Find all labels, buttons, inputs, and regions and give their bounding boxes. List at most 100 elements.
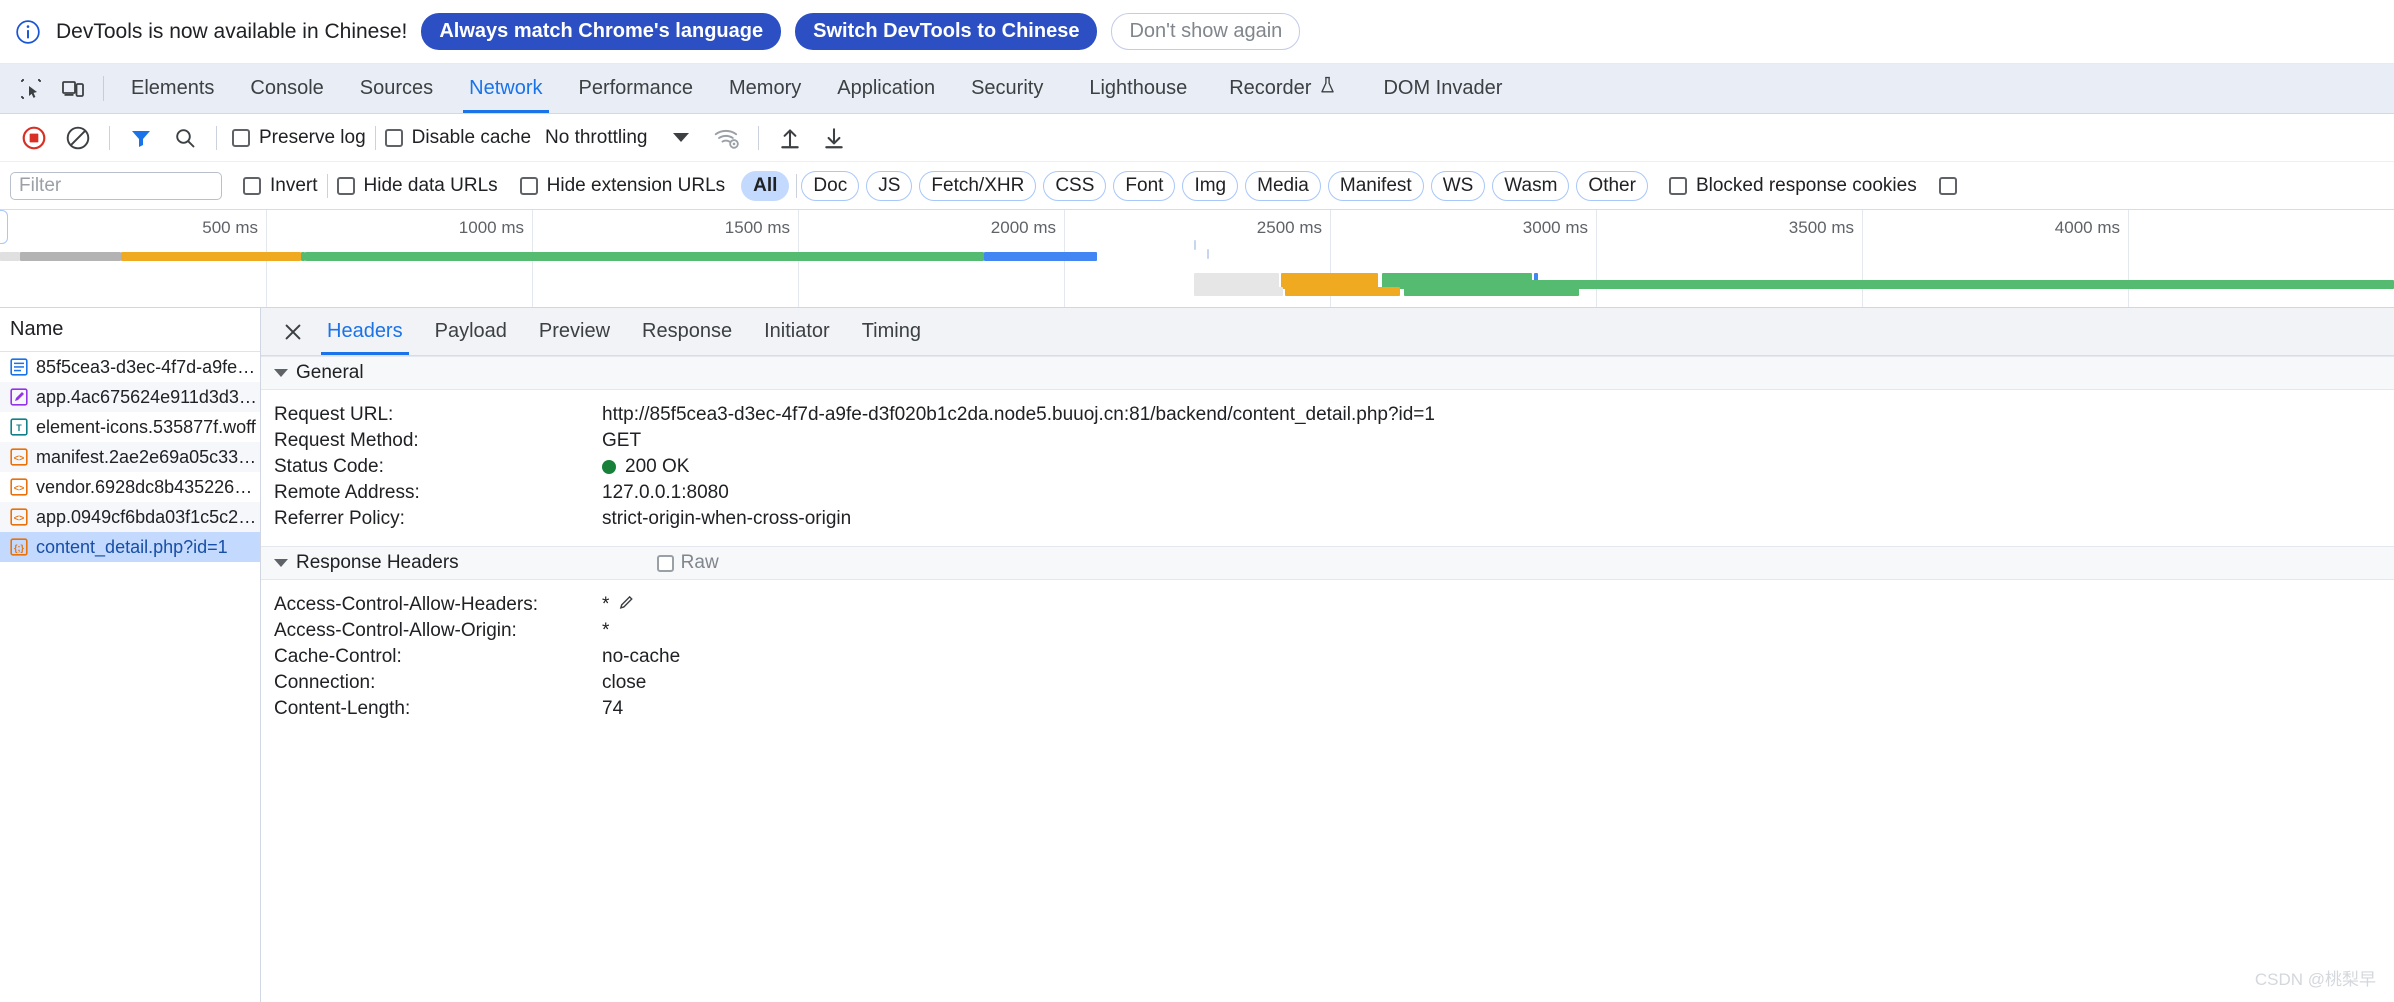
resource-type-img[interactable]: Img — [1182, 170, 1239, 201]
response-header-row: Access-Control-Allow-Headers: * — [261, 592, 2394, 618]
general-row: Status Code: 200 OK — [261, 454, 2394, 480]
search-icon[interactable] — [163, 116, 207, 160]
close-icon[interactable] — [275, 308, 311, 355]
network-filter-bar: Invert Hide data URLs Hide extension URL… — [0, 162, 2394, 210]
chevron-down-icon[interactable] — [274, 559, 288, 567]
network-toolbar: Preserve log Disable cache No throttling — [0, 114, 2394, 162]
invert-label: Invert — [270, 174, 318, 196]
tab-performance[interactable]: Performance — [561, 64, 712, 113]
script-icon: <> — [9, 478, 28, 497]
tab-application[interactable]: Application — [819, 64, 953, 113]
network-conditions-wifi-icon[interactable] — [705, 116, 749, 160]
request-list-item[interactable]: <> app.0949cf6bda03f1c5c23a.js — [0, 502, 260, 532]
blocked-requests-checkbox[interactable] — [1938, 176, 1957, 195]
export-har-icon[interactable] — [812, 116, 856, 160]
request-list[interactable]: 85f5cea3-d3ec-4f7d-a9fe-d3f0... app.4ac67… — [0, 352, 260, 1002]
request-list-item[interactable]: 85f5cea3-d3ec-4f7d-a9fe-d3f0... — [0, 352, 260, 382]
resource-type-css[interactable]: CSS — [1043, 170, 1107, 201]
dont-show-again-button[interactable]: Don't show again — [1111, 13, 1301, 50]
import-har-icon[interactable] — [768, 116, 812, 160]
raw-toggle[interactable]: Raw — [656, 552, 719, 574]
toolbar-divider-3 — [374, 125, 376, 150]
resource-type-font[interactable]: Font — [1113, 170, 1176, 201]
resource-type-media[interactable]: Media — [1245, 170, 1321, 201]
detail-tab-payload[interactable]: Payload — [419, 308, 523, 355]
checkbox-box[interactable] — [232, 128, 250, 147]
filter-funnel-icon[interactable] — [119, 116, 163, 160]
filter-input[interactable] — [10, 171, 222, 200]
detail-tab-preview[interactable]: Preview — [523, 308, 626, 355]
resource-type-ws[interactable]: WS — [1430, 170, 1486, 201]
network-timeline-overview[interactable]: 500 ms 1000 ms 1500 ms 2000 ms 2500 ms 3000 m… — [0, 210, 2394, 308]
blocked-response-cookies-checkbox[interactable]: Blocked response cookies — [1668, 175, 1917, 197]
tab-console[interactable]: Console — [232, 64, 341, 113]
tab-elements[interactable]: Elements — [113, 64, 232, 113]
header-key: Access-Control-Allow-Headers: — [274, 594, 538, 615]
header-value: 127.0.0.1:8080 — [602, 482, 729, 504]
resource-type-wasm[interactable]: Wasm — [1492, 170, 1570, 201]
request-list-item[interactable]: <> manifest.2ae2e69a05c33dfc65f... — [0, 442, 260, 472]
inspect-element-icon[interactable] — [10, 64, 52, 113]
request-name: manifest.2ae2e69a05c33dfc65f... — [36, 446, 260, 467]
detail-tab-response[interactable]: Response — [626, 308, 748, 355]
request-name: app.0949cf6bda03f1c5c23a.js — [36, 506, 260, 527]
overview-bar-segment — [1207, 249, 1209, 259]
invert-checkbox[interactable]: Invert — [243, 175, 318, 197]
header-key: Request URL: — [274, 404, 394, 425]
tab-recorder[interactable]: Recorder — [1205, 64, 1355, 113]
response-headers-section-header[interactable]: Response Headers Raw — [261, 546, 2394, 580]
header-value: * — [602, 594, 635, 617]
chevron-down-icon[interactable] — [673, 133, 690, 142]
resource-type-other[interactable]: Other — [1576, 170, 1648, 201]
preserve-log-checkbox[interactable]: Preserve log — [232, 127, 366, 149]
request-list-item[interactable]: app.4ac675624e911d3d3b227... — [0, 382, 260, 412]
raw-label: Raw — [680, 552, 719, 573]
request-list-item[interactable]: <> vendor.6928dc8b435226e304... — [0, 472, 260, 502]
checkbox-box[interactable] — [656, 554, 674, 572]
checkbox-box[interactable] — [519, 176, 538, 195]
detail-tab-initiator[interactable]: Initiator — [748, 308, 846, 355]
detail-tab-headers[interactable]: Headers — [311, 308, 419, 355]
general-section-header[interactable]: General — [261, 356, 2394, 390]
resource-type-doc[interactable]: Doc — [801, 170, 860, 201]
throttling-select[interactable]: No throttling — [545, 127, 647, 149]
checkbox-box[interactable] — [1668, 176, 1687, 195]
hide-extension-urls-checkbox[interactable]: Hide extension URLs — [519, 175, 725, 197]
tab-lighthouse[interactable]: Lighthouse — [1061, 64, 1205, 113]
tab-memory[interactable]: Memory — [711, 64, 819, 113]
request-list-header[interactable]: Name — [0, 308, 260, 352]
hide-data-urls-checkbox[interactable]: Hide data URLs — [336, 175, 498, 197]
request-list-item[interactable]: {;} content_detail.php?id=1 — [0, 532, 260, 562]
record-stop-icon[interactable] — [12, 116, 56, 160]
checkbox-box[interactable] — [384, 128, 403, 147]
devtools-window: DevTools is now available in Chinese! Al… — [0, 0, 2394, 1002]
disable-cache-checkbox[interactable]: Disable cache — [384, 127, 531, 149]
response-headers-section-title: Response Headers — [296, 552, 459, 573]
resource-type-js[interactable]: JS — [866, 170, 913, 201]
always-match-language-button[interactable]: Always match Chrome's language — [421, 13, 782, 50]
chevron-down-icon[interactable] — [274, 369, 288, 377]
device-toolbar-icon[interactable] — [52, 64, 94, 113]
header-key: Remote Address: — [274, 482, 420, 503]
overview-left-handle[interactable] — [0, 210, 8, 244]
request-list-item[interactable]: Telement-icons.535877f.woff — [0, 412, 260, 442]
tab-sources[interactable]: Sources — [342, 64, 451, 113]
resource-type-fetch-xhr[interactable]: Fetch/XHR — [919, 170, 1037, 201]
clear-network-log-icon[interactable] — [56, 116, 100, 160]
overview-bar-segment — [1404, 287, 1579, 296]
switch-to-chinese-button[interactable]: Switch DevTools to Chinese — [795, 13, 1098, 50]
resource-type-manifest[interactable]: Manifest — [1327, 170, 1424, 201]
tab-dom-invader[interactable]: DOM Invader — [1355, 64, 1520, 113]
pencil-edit-icon[interactable] — [618, 594, 635, 617]
detail-tab-timing[interactable]: Timing — [846, 308, 937, 355]
overview-tick-label: 500 ms — [202, 218, 258, 237]
checkbox-box[interactable] — [1938, 176, 1957, 195]
watermark: CSDN @桃梨早 — [2254, 970, 2376, 989]
general-row: Referrer Policy: strict-origin-when-cross… — [261, 506, 2394, 532]
checkbox-box[interactable] — [243, 176, 261, 195]
overview-bar-segment — [305, 252, 984, 261]
resource-type-all[interactable]: All — [741, 170, 790, 201]
tab-network[interactable]: Network — [451, 64, 560, 113]
checkbox-box[interactable] — [336, 176, 355, 195]
tab-security[interactable]: Security — [953, 64, 1061, 113]
